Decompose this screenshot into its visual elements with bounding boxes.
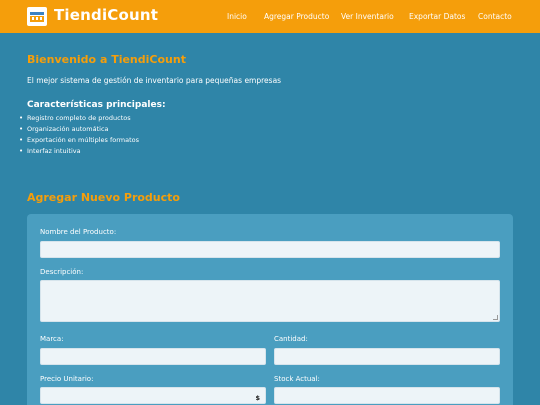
form-title: Agregar Nuevo Producto <box>27 191 180 204</box>
nav-item-inicio[interactable]: Inicio <box>227 12 247 21</box>
quantity-input[interactable] <box>274 348 500 365</box>
description-label: Descripción: <box>40 268 84 276</box>
top-navbar: TiendiCount Inicio Agregar Producto Ver … <box>0 0 540 33</box>
currency-symbol: $ <box>255 394 260 402</box>
unit-price-label: Precio Unitario: <box>40 375 94 383</box>
list-item: Interfaz intuitiva <box>19 146 139 157</box>
resize-handle-icon[interactable] <box>493 315 498 320</box>
nav-item-exportar-datos[interactable]: Exportar Datos <box>409 12 465 21</box>
list-item: Organización automática <box>19 124 139 135</box>
description-textarea[interactable] <box>40 280 500 322</box>
list-item: Registro completo de productos <box>19 113 139 124</box>
nav-item-agregar-producto[interactable]: Agregar Producto <box>264 12 329 21</box>
list-item: Exportación en múltiples formatos <box>19 135 139 146</box>
brand-name[interactable]: TiendiCount <box>54 6 158 24</box>
nav-item-contacto[interactable]: Contacto <box>478 12 512 21</box>
stock-input[interactable] <box>274 387 500 404</box>
unit-price-input[interactable]: $ <box>40 387 266 404</box>
welcome-subtitle: El mejor sistema de gestión de inventari… <box>27 76 282 85</box>
features-list: Registro completo de productos Organizac… <box>19 113 139 157</box>
welcome-title: Bienvenido a TiendiCount <box>27 53 186 66</box>
quantity-label: Cantidad: <box>274 335 308 343</box>
store-logo-icon[interactable] <box>27 7 47 26</box>
product-name-label: Nombre del Producto: <box>40 228 117 236</box>
add-product-form: Nombre del Producto: Descripción: Marca:… <box>27 214 513 405</box>
stock-label: Stock Actual: <box>274 375 320 383</box>
brand-input[interactable] <box>40 348 266 365</box>
features-title: Características principales: <box>27 100 166 110</box>
product-name-input[interactable] <box>40 241 500 258</box>
nav-item-ver-inventario[interactable]: Ver Inventario <box>341 12 394 21</box>
brand-label: Marca: <box>40 335 64 343</box>
